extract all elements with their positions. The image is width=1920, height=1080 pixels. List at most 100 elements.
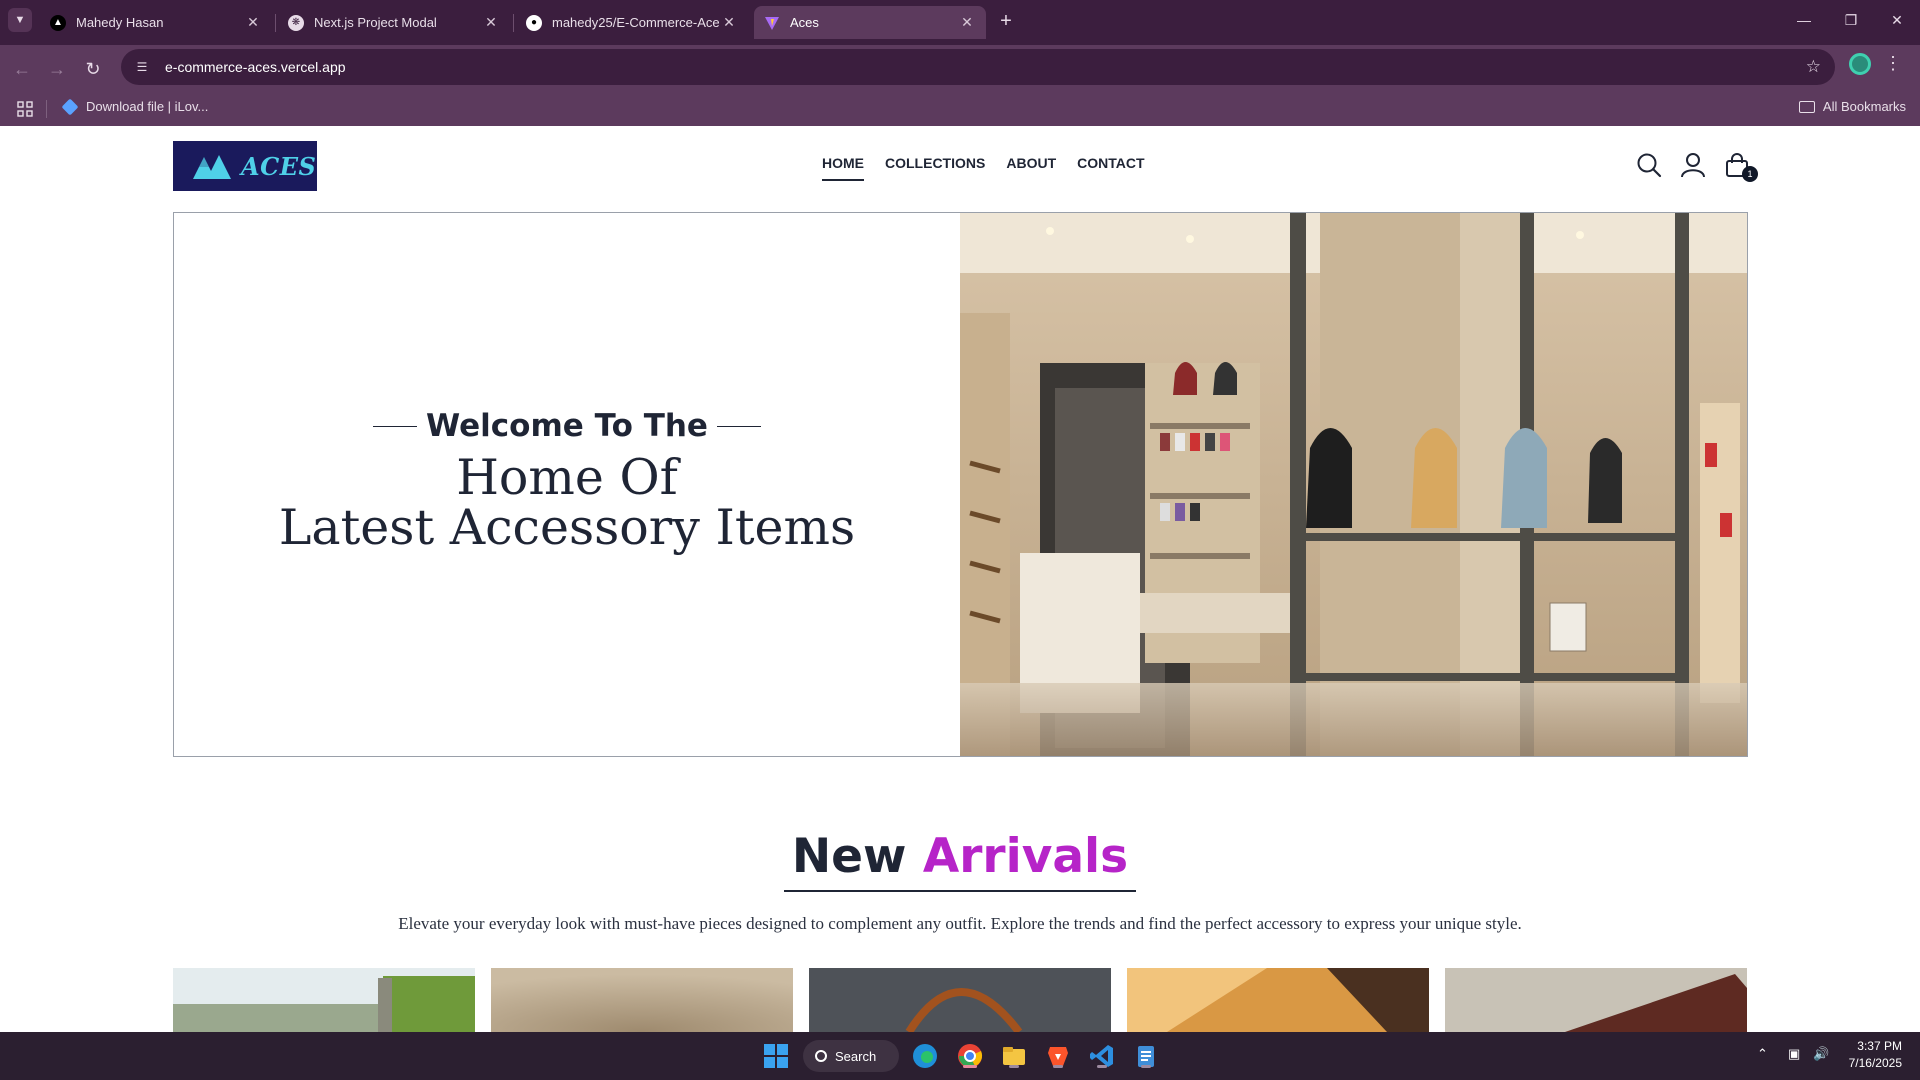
hero-title-line2: Latest Accessory Items [278,499,856,556]
folder-icon [1798,100,1815,113]
close-icon[interactable]: ✕ [958,14,976,31]
edge-icon[interactable] [911,1042,939,1070]
reload-button[interactable]: ↻ [79,55,107,83]
tab-title: Mahedy Hasan [76,15,164,30]
new-arrivals-description: Elevate your everyday look with must-hav… [398,914,1522,933]
windows-taskbar: Search ⌃ ▣ 🔊 3:37 PM 7/16/2025 [0,1032,1920,1080]
site-info-icon[interactable]: ☰ [131,56,153,78]
notepad-icon[interactable] [1132,1042,1160,1070]
page-content: ACES HOME COLLECTIONS ABOUT CONTACT 1 We… [0,126,1920,1032]
back-button[interactable]: ← [8,55,36,83]
browser-menu-icon[interactable]: ⋮ [1884,53,1902,74]
bookmarks-bar: Download file | iLov... All Bookmarks [0,93,1920,123]
cart-button[interactable]: 1 [1724,152,1758,182]
nav-contact[interactable]: CONTACT [1077,155,1144,181]
running-indicator [1141,1065,1151,1068]
product-card[interactable] [1127,968,1429,1032]
close-icon[interactable]: ✕ [244,14,262,31]
browser-toolbar: ← → ↻ ☰ e-commerce-aces.vercel.app ☆ ⋮ D… [0,45,1920,126]
hero-kicker: Welcome To The [174,408,960,444]
product-image [809,968,1111,1032]
product-image [491,968,793,1032]
openai-icon: ❋ [288,14,304,31]
clock-time: 3:37 PM [1857,1039,1902,1053]
nav-home[interactable]: HOME [822,155,864,181]
new-arrivals-heading: New Arrivals [0,829,1920,892]
bookmark-star-icon[interactable]: ☆ [1806,57,1821,77]
new-tab-button[interactable]: + [994,9,1018,33]
nav-about[interactable]: ABOUT [1006,155,1056,181]
bookmarks-divider [46,100,47,118]
github-icon: ● [526,14,542,31]
running-indicator [1097,1065,1107,1068]
tab-strip: ▼ ▲ Mahedy Hasan ✕ ❋ Next.js Project Mod… [0,0,1920,45]
decorative-line [716,425,761,427]
site-logo[interactable]: ACES [173,141,317,191]
running-indicator [1053,1065,1063,1068]
heading-word-new: New [791,829,907,884]
file-explorer-icon[interactable] [1000,1042,1028,1070]
tab-divider [275,14,276,32]
logo-text: ACES [241,151,317,181]
close-window-button[interactable]: ✕ [1877,8,1917,32]
tab-divider [513,14,514,32]
tab-aces[interactable]: Aces ✕ [754,6,986,39]
vscode-icon[interactable] [1088,1042,1116,1070]
product-card[interactable] [491,968,793,1032]
network-icon[interactable]: ▣ [1788,1046,1800,1062]
taskbar-search[interactable]: Search [803,1040,899,1072]
taskbar-search-label: Search [835,1048,877,1064]
restore-button[interactable]: ❐ [1831,8,1871,32]
product-card[interactable] [173,968,475,1032]
apps-grid-icon[interactable] [17,101,33,117]
logo-mountain-icon [193,155,231,179]
extension-icon[interactable] [1849,53,1871,75]
bookmark-label: Download file | iLov... [86,99,209,114]
forward-button[interactable]: → [43,55,71,83]
product-card[interactable] [1445,968,1747,1032]
main-nav: HOME COLLECTIONS ABOUT CONTACT [822,155,1145,181]
decorative-line [373,425,418,427]
close-icon[interactable]: ✕ [720,14,738,31]
all-bookmarks-button[interactable]: All Bookmarks [1798,99,1906,114]
nav-collections[interactable]: COLLECTIONS [885,155,985,181]
heading-word-arrivals: Arrivals [922,829,1129,884]
clock-date: 7/16/2025 [1848,1056,1902,1070]
url-text[interactable]: e-commerce-aces.vercel.app [165,59,346,75]
ilovepdf-icon [61,98,79,115]
product-image [1127,968,1429,1032]
hero-banner: Welcome To The Home Of Latest Accessory … [173,212,1748,757]
hero-text-panel: Welcome To The Home Of Latest Accessory … [174,213,960,756]
bookmark-ilovepdf[interactable]: Download file | iLov... [61,98,209,115]
system-clock[interactable]: 3:37 PM 7/16/2025 [1849,1038,1902,1072]
windows-start-icon[interactable] [762,1042,790,1070]
search-icon[interactable] [1636,152,1662,178]
tab-mahedy-hasan[interactable]: ▲ Mahedy Hasan ✕ [40,6,272,39]
vite-icon [764,15,780,31]
tray-overflow-icon[interactable]: ⌃ [1757,1046,1768,1062]
user-icon[interactable] [1680,152,1706,178]
tab-title: Next.js Project Modal [314,15,437,30]
address-bar[interactable]: ☰ e-commerce-aces.vercel.app ☆ [121,49,1835,85]
close-icon[interactable]: ✕ [482,14,500,31]
tab-search-button[interactable]: ▼ [8,8,32,32]
tab-title: mahedy25/E-Commerce-Aces- [552,15,720,30]
cart-count-badge: 1 [1742,166,1758,182]
tab-title: Aces [790,15,819,30]
product-card[interactable] [809,968,1111,1032]
running-indicator [1009,1065,1019,1068]
hero-kicker-text: Welcome To The [426,408,708,444]
product-image [1445,968,1747,1032]
minimize-button[interactable]: — [1784,8,1824,32]
tab-nextjs-project-modal[interactable]: ❋ Next.js Project Modal ✕ [278,6,510,39]
running-indicator [963,1065,977,1068]
hero-title: Home Of Latest Accessory Items [174,453,960,553]
hero-title-line1: Home Of [456,449,678,506]
hero-store-image [960,213,1747,756]
chrome-icon[interactable] [956,1042,984,1070]
volume-icon[interactable]: 🔊 [1813,1046,1829,1062]
brave-icon[interactable] [1044,1042,1072,1070]
vercel-icon: ▲ [50,14,66,31]
all-bookmarks-label: All Bookmarks [1822,99,1906,114]
tab-github-repo[interactable]: ● mahedy25/E-Commerce-Aces- ✕ [516,6,748,39]
